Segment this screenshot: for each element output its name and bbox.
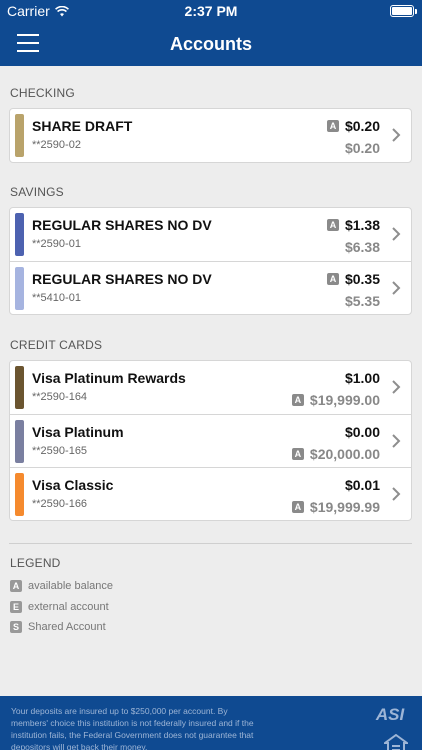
navigation-bar: Accounts xyxy=(0,22,422,66)
account-color-swatch xyxy=(15,366,24,409)
available-balance: A $20,000.00 xyxy=(291,446,380,462)
asi-logo: ASI xyxy=(375,705,406,724)
account-row-regular-shares-2590[interactable]: REGULAR SHARES NO DV **2590-01 A $1.38 $… xyxy=(10,208,411,261)
available-balance: A $0.35 xyxy=(326,271,380,287)
legend-badge: E xyxy=(10,601,22,613)
legend-label: external account xyxy=(28,601,109,613)
available-amount: $19,999.00 xyxy=(309,392,380,408)
current-balance: $6.38 xyxy=(344,239,380,255)
section-checking-label: CHECKING xyxy=(10,86,75,100)
available-balance: A $19,999.00 xyxy=(291,392,380,408)
available-balance: A $1.38 xyxy=(326,217,380,233)
account-number: **2590-166 xyxy=(32,498,88,510)
available-badge: A xyxy=(291,394,304,406)
account-name: SHARE DRAFT xyxy=(32,118,133,134)
available-badge: A xyxy=(291,501,304,513)
status-time: 2:37 PM xyxy=(184,3,238,19)
account-number: **2590-02 xyxy=(32,139,81,151)
available-badge: A xyxy=(326,219,339,231)
account-row-regular-shares-5410[interactable]: REGULAR SHARES NO DV **5410-01 A $0.35 $… xyxy=(10,261,411,314)
account-color-swatch xyxy=(15,114,24,157)
legend-badge: S xyxy=(10,621,22,633)
svg-text:ASI: ASI xyxy=(375,705,406,724)
section-credit-cards-label: CREDIT CARDS xyxy=(10,338,103,352)
current-amount: $0.01 xyxy=(344,477,380,493)
legend-label: Shared Account xyxy=(28,621,106,633)
available-amount: $19,999.99 xyxy=(309,499,380,515)
account-number: **5410-01 xyxy=(32,292,81,304)
legend-item-external: E external account xyxy=(10,601,109,613)
available-badge: A xyxy=(291,448,304,460)
account-name: Visa Classic xyxy=(32,477,114,493)
available-balance: A $0.20 xyxy=(326,118,380,134)
chevron-right-icon xyxy=(392,487,401,501)
account-color-swatch xyxy=(15,267,24,310)
available-balance: A $19,999.99 xyxy=(291,499,380,515)
chevron-right-icon xyxy=(392,281,401,295)
account-name: Visa Platinum xyxy=(32,424,124,440)
legend-label: available balance xyxy=(28,580,114,592)
savings-card: REGULAR SHARES NO DV **2590-01 A $1.38 $… xyxy=(9,207,412,315)
legend-title: LEGEND xyxy=(10,556,61,570)
legend-divider xyxy=(9,543,412,544)
chevron-right-icon xyxy=(392,380,401,394)
credit-cards-card: Visa Platinum Rewards **2590-164 $1.00 A… xyxy=(9,360,412,521)
current-balance: $5.35 xyxy=(344,293,380,309)
checking-card: SHARE DRAFT **2590-02 A $0.20 $0.20 xyxy=(9,108,412,163)
section-savings-label: SAVINGS xyxy=(10,185,64,199)
account-name: Visa Platinum Rewards xyxy=(32,370,186,386)
chevron-right-icon xyxy=(392,227,401,241)
available-amount: $20,000.00 xyxy=(309,446,380,462)
account-name: REGULAR SHARES NO DV xyxy=(32,217,212,233)
legend-item-shared: S Shared Account xyxy=(10,621,106,633)
account-row-share-draft[interactable]: SHARE DRAFT **2590-02 A $0.20 $0.20 xyxy=(10,109,411,162)
current-amount: $1.00 xyxy=(344,370,380,386)
account-color-swatch xyxy=(15,213,24,256)
footer: Your deposits are insured up to $250,000… xyxy=(0,696,422,750)
account-color-swatch xyxy=(15,420,24,463)
battery-icon xyxy=(390,5,417,17)
account-row-visa-classic[interactable]: Visa Classic **2590-166 $0.01 A $19,999.… xyxy=(10,467,411,520)
available-amount: $0.20 xyxy=(344,118,380,134)
account-number: **2590-165 xyxy=(32,445,88,457)
status-bar: Carrier 2:37 PM xyxy=(0,0,422,22)
account-number: **2590-164 xyxy=(32,391,88,403)
chevron-right-icon xyxy=(392,434,401,448)
current-balance: $0.20 xyxy=(344,140,380,156)
chevron-right-icon xyxy=(392,128,401,142)
current-amount: $0.00 xyxy=(344,424,380,440)
equal-housing-icon xyxy=(384,734,408,750)
insurance-disclaimer: Your deposits are insured up to $250,000… xyxy=(11,706,254,750)
account-row-visa-platinum[interactable]: Visa Platinum **2590-165 $0.00 A $20,000… xyxy=(10,414,411,467)
legend-badge: A xyxy=(10,580,22,592)
page-title: Accounts xyxy=(169,34,252,54)
account-number: **2590-01 xyxy=(32,238,81,250)
legend-item-available: A available balance xyxy=(10,580,113,592)
available-badge: A xyxy=(326,273,339,285)
account-name: REGULAR SHARES NO DV xyxy=(32,271,212,287)
available-amount: $0.35 xyxy=(344,271,380,287)
account-color-swatch xyxy=(15,473,24,516)
available-amount: $1.38 xyxy=(344,217,380,233)
account-row-visa-platinum-rewards[interactable]: Visa Platinum Rewards **2590-164 $1.00 A… xyxy=(10,361,411,414)
available-badge: A xyxy=(326,120,339,132)
